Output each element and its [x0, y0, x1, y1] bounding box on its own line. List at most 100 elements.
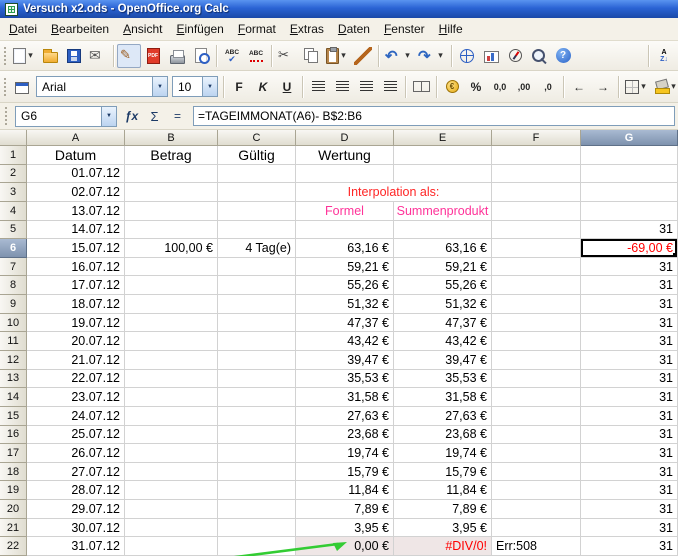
font-size-combo[interactable]: 10 — [172, 76, 218, 97]
cell-E14[interactable]: 31,58 € — [394, 388, 492, 407]
cell-F1[interactable] — [492, 146, 581, 165]
row-header-14[interactable]: 14 — [0, 388, 27, 407]
cell-D8[interactable]: 55,26 € — [296, 276, 394, 295]
row-header-9[interactable]: 9 — [0, 295, 27, 314]
cell-A22[interactable]: 31.07.12 — [27, 537, 125, 556]
format-paintbrush-button[interactable] — [351, 44, 375, 68]
formula-bar-drag-handle[interactable] — [4, 106, 8, 126]
column-header-E[interactable]: E — [394, 130, 492, 146]
cell-E18[interactable]: 15,79 € — [394, 463, 492, 482]
styles-and-formatting-button[interactable] — [10, 75, 34, 99]
cell-C13[interactable] — [218, 370, 296, 389]
cell-G18[interactable]: 31 — [581, 463, 678, 482]
row-header-12[interactable]: 12 — [0, 351, 27, 370]
cell-C7[interactable] — [218, 258, 296, 277]
cell-B8[interactable] — [125, 276, 218, 295]
cell-F3[interactable] — [492, 183, 581, 202]
cell-G17[interactable]: 31 — [581, 444, 678, 463]
cell-B9[interactable] — [125, 295, 218, 314]
cell-B11[interactable] — [125, 332, 218, 351]
cell-D16[interactable]: 23,68 € — [296, 426, 394, 445]
cell-G14[interactable]: 31 — [581, 388, 678, 407]
calc-app-icon[interactable] — [5, 3, 18, 16]
cell-C8[interactable] — [218, 276, 296, 295]
cell-D12[interactable]: 39,47 € — [296, 351, 394, 370]
cell-B1[interactable]: Betrag — [125, 146, 218, 165]
column-header-B[interactable]: B — [125, 130, 218, 146]
cell-G11[interactable]: 31 — [581, 332, 678, 351]
document-as-email-button[interactable] — [86, 44, 110, 68]
row-header-22[interactable]: 22 — [0, 537, 27, 556]
align-left-button[interactable] — [306, 75, 330, 99]
borders-button[interactable] — [622, 75, 651, 99]
page-preview-button[interactable] — [189, 44, 213, 68]
cell-A18[interactable]: 27.07.12 — [27, 463, 125, 482]
cell-D3[interactable]: Interpolation als: — [296, 183, 492, 202]
cell-C18[interactable] — [218, 463, 296, 482]
column-header-D[interactable]: D — [296, 130, 394, 146]
cell-B2[interactable] — [125, 165, 218, 184]
cell-B15[interactable] — [125, 407, 218, 426]
cell-B4[interactable] — [125, 202, 218, 221]
font-name-dropdown-icon[interactable] — [152, 77, 167, 96]
cell-F4[interactable] — [492, 202, 581, 221]
cell-D10[interactable]: 47,37 € — [296, 314, 394, 333]
auto-spellcheck-button[interactable] — [244, 44, 268, 68]
redo-dropdown-icon[interactable] — [436, 47, 445, 65]
sort-ascending-button[interactable] — [652, 44, 676, 68]
paste-dropdown-icon[interactable] — [339, 47, 348, 65]
number-format-percent-button[interactable]: % — [464, 75, 488, 99]
cell-G3[interactable] — [581, 183, 678, 202]
cell-G22[interactable]: 31 — [581, 537, 678, 556]
formatting-toolbar-drag-handle[interactable] — [3, 77, 7, 97]
paste-button[interactable] — [323, 44, 351, 68]
cell-G15[interactable]: 31 — [581, 407, 678, 426]
cell-F16[interactable] — [492, 426, 581, 445]
export-as-pdf-button[interactable] — [141, 44, 165, 68]
cell-E4[interactable]: Summenprodukt — [394, 202, 492, 221]
row-header-15[interactable]: 15 — [0, 407, 27, 426]
cell-D9[interactable]: 51,32 € — [296, 295, 394, 314]
menu-bearbeiten[interactable]: Bearbeiten — [44, 19, 116, 39]
cell-A1[interactable]: Datum — [27, 146, 125, 165]
cell-E2[interactable] — [394, 165, 492, 184]
cell-G8[interactable]: 31 — [581, 276, 678, 295]
borders-dropdown-icon[interactable] — [639, 78, 648, 96]
cell-D7[interactable]: 59,21 € — [296, 258, 394, 277]
cell-F22[interactable]: Err:508 — [492, 537, 581, 556]
cell-B18[interactable] — [125, 463, 218, 482]
cell-F11[interactable] — [492, 332, 581, 351]
number-format-currency-button[interactable] — [440, 75, 464, 99]
row-header-16[interactable]: 16 — [0, 426, 27, 445]
italic-button[interactable]: K — [251, 75, 275, 99]
cell-A10[interactable]: 19.07.12 — [27, 314, 125, 333]
row-header-8[interactable]: 8 — [0, 276, 27, 295]
column-header-A[interactable]: A — [27, 130, 125, 146]
cell-A7[interactable]: 16.07.12 — [27, 258, 125, 277]
align-right-button[interactable] — [354, 75, 378, 99]
cell-C14[interactable] — [218, 388, 296, 407]
cell-F17[interactable] — [492, 444, 581, 463]
row-header-13[interactable]: 13 — [0, 370, 27, 389]
background-color-dropdown-icon[interactable] — [669, 78, 678, 96]
cell-C9[interactable] — [218, 295, 296, 314]
cell-E16[interactable]: 23,68 € — [394, 426, 492, 445]
cell-F20[interactable] — [492, 500, 581, 519]
cell-G7[interactable]: 31 — [581, 258, 678, 277]
row-header-20[interactable]: 20 — [0, 500, 27, 519]
new-document-button[interactable] — [10, 44, 38, 68]
cell-E17[interactable]: 19,74 € — [394, 444, 492, 463]
background-color-button[interactable] — [651, 75, 678, 99]
bold-button[interactable]: F — [227, 75, 251, 99]
cell-A3[interactable]: 02.07.12 — [27, 183, 125, 202]
menu-hilfe[interactable]: Hilfe — [432, 19, 470, 39]
menu-extras[interactable]: Extras — [283, 19, 331, 39]
column-header-F[interactable]: F — [492, 130, 581, 146]
cell-E6[interactable]: 63,16 € — [394, 239, 492, 258]
cell-B17[interactable] — [125, 444, 218, 463]
cell-F18[interactable] — [492, 463, 581, 482]
cell-B22[interactable] — [125, 537, 218, 556]
cell-C20[interactable] — [218, 500, 296, 519]
cell-B13[interactable] — [125, 370, 218, 389]
row-header-6[interactable]: 6 — [0, 239, 27, 258]
